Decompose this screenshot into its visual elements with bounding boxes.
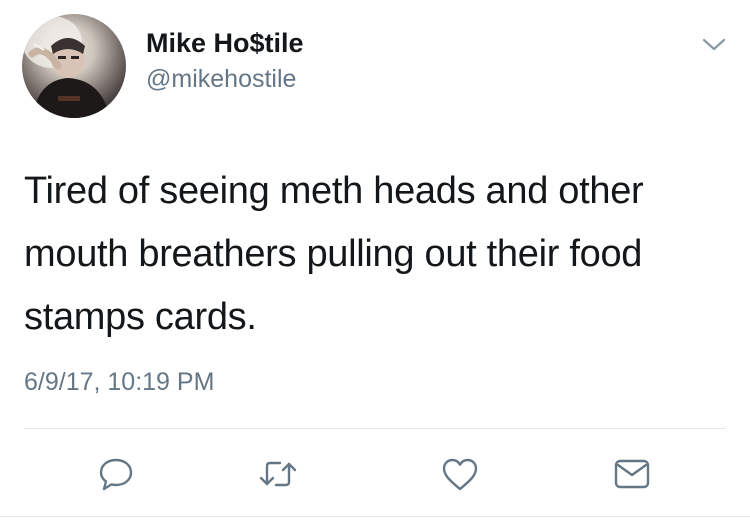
bottom-divider — [0, 516, 750, 517]
retweet-button[interactable] — [256, 454, 300, 498]
reply-button[interactable] — [94, 454, 138, 498]
action-bar — [0, 440, 750, 510]
tweet-text: Tired of seeing meth heads and other mou… — [24, 170, 644, 338]
retweet-icon — [256, 454, 300, 499]
divider — [24, 428, 726, 429]
author-display-name[interactable]: Mike Ho$tile — [146, 26, 304, 60]
heart-icon — [439, 454, 481, 499]
like-button[interactable] — [438, 454, 482, 498]
tweet-timestamp[interactable]: 6/9/17, 10:19 PM — [24, 366, 214, 398]
avatar[interactable] — [22, 14, 126, 118]
reply-icon — [96, 454, 136, 499]
message-button[interactable] — [610, 454, 654, 498]
author-handle[interactable]: @mikehostile — [146, 64, 296, 94]
envelope-icon — [611, 454, 653, 499]
chevron-down-icon[interactable] — [700, 34, 728, 54]
